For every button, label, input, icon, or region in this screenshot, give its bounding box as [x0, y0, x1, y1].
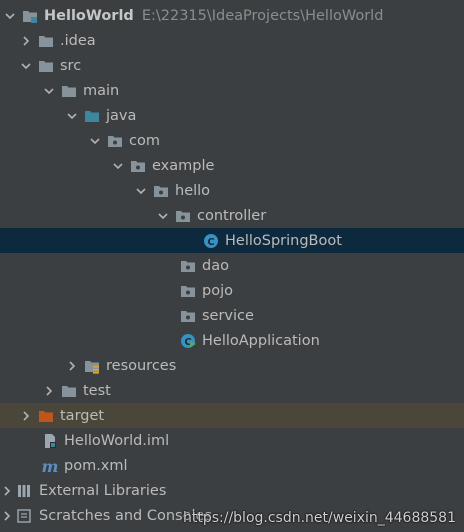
- spring-boot-class-icon: C: [180, 333, 196, 349]
- resources-folder-icon: [84, 358, 100, 374]
- tree-item-label: src: [60, 57, 82, 74]
- tree-item-label: hello: [175, 182, 211, 199]
- tree-item-label: External Libraries: [39, 482, 167, 499]
- package-icon: [130, 158, 146, 174]
- tree-item-target[interactable]: target: [0, 403, 464, 428]
- tree-item-label: pojo: [202, 282, 233, 299]
- tree-item-label: dao: [202, 257, 229, 274]
- tree-item-project-root[interactable]: HelloWorld E:\22315\IdeaProjects\HelloWo…: [0, 3, 464, 28]
- tree-item-java[interactable]: java: [0, 103, 464, 128]
- tree-item-label: HelloApplication: [202, 332, 320, 349]
- project-tree: HelloWorld E:\22315\IdeaProjects\HelloWo…: [0, 0, 464, 532]
- tree-item-label: main: [83, 82, 120, 99]
- tree-item-src[interactable]: src: [0, 53, 464, 78]
- tree-item-label: HelloWorld.iml: [64, 432, 170, 449]
- chevron-down-icon[interactable]: [20, 53, 32, 78]
- tree-item-hello[interactable]: hello: [0, 178, 464, 203]
- chevron-right-icon[interactable]: [20, 403, 32, 428]
- module-folder-icon: [22, 8, 38, 24]
- tree-item-label: service: [202, 307, 254, 324]
- tree-item-label: target: [60, 407, 105, 424]
- chevron-right-icon[interactable]: [43, 378, 55, 403]
- libraries-icon: [17, 483, 33, 499]
- package-icon: [153, 183, 169, 199]
- package-icon: [180, 258, 196, 274]
- tree-item-label: com: [129, 132, 160, 149]
- tree-item-resources[interactable]: resources: [0, 353, 464, 378]
- chevron-down-icon[interactable]: [89, 128, 101, 153]
- scratches-icon: [17, 508, 33, 524]
- tree-item-idea[interactable]: .idea: [0, 28, 464, 53]
- tree-item-dao[interactable]: dao: [0, 253, 464, 278]
- tree-item-iml[interactable]: HelloWorld.iml: [0, 428, 464, 453]
- chevron-down-icon[interactable]: [43, 78, 55, 103]
- tree-item-com[interactable]: com: [0, 128, 464, 153]
- excluded-folder-icon: [38, 408, 54, 424]
- project-name: HelloWorld: [44, 7, 134, 24]
- tree-item-label: example: [152, 157, 215, 174]
- tree-item-example[interactable]: example: [0, 153, 464, 178]
- chevron-down-icon[interactable]: [112, 153, 124, 178]
- chevron-right-icon[interactable]: [20, 28, 32, 53]
- svg-text:m: m: [42, 458, 58, 474]
- maven-file-icon: m: [42, 458, 58, 474]
- chevron-down-icon[interactable]: [66, 103, 78, 128]
- tree-item-label: java: [106, 107, 137, 124]
- tree-item-label: controller: [197, 207, 267, 224]
- tree-item-hello-application[interactable]: C HelloApplication: [0, 328, 464, 353]
- chevron-right-icon[interactable]: [1, 478, 13, 503]
- project-path: E:\22315\IdeaProjects\HelloWorld: [141, 7, 384, 24]
- chevron-down-icon[interactable]: [4, 3, 16, 28]
- folder-icon: [38, 58, 54, 74]
- tree-item-label: .idea: [60, 32, 96, 49]
- package-icon: [107, 133, 123, 149]
- folder-icon: [61, 83, 77, 99]
- package-icon: [180, 283, 196, 299]
- package-icon: [180, 308, 196, 324]
- chevron-down-icon[interactable]: [135, 178, 147, 203]
- tree-item-pojo[interactable]: pojo: [0, 278, 464, 303]
- tree-item-label: test: [83, 382, 111, 399]
- chevron-right-icon[interactable]: [66, 353, 78, 378]
- java-class-icon: C: [203, 233, 219, 249]
- tree-item-service[interactable]: service: [0, 303, 464, 328]
- package-icon: [175, 208, 191, 224]
- folder-icon: [61, 383, 77, 399]
- svg-text:C: C: [207, 237, 214, 248]
- chevron-right-icon[interactable]: [1, 503, 13, 528]
- chevron-down-icon[interactable]: [157, 203, 169, 228]
- tree-item-label: resources: [106, 357, 177, 374]
- tree-item-test[interactable]: test: [0, 378, 464, 403]
- tree-item-label: HelloSpringBoot: [225, 232, 342, 249]
- source-folder-icon: [84, 108, 100, 124]
- tree-item-label: pom.xml: [64, 457, 128, 474]
- tree-item-hello-spring-boot[interactable]: C HelloSpringBoot: [0, 228, 464, 253]
- tree-item-controller[interactable]: controller: [0, 203, 464, 228]
- tree-item-main[interactable]: main: [0, 78, 464, 103]
- folder-icon: [38, 33, 54, 49]
- tree-item-external-libraries[interactable]: External Libraries: [0, 478, 464, 503]
- iml-file-icon: [42, 433, 58, 449]
- tree-item-pom[interactable]: m pom.xml: [0, 453, 464, 478]
- watermark-text: https://blog.csdn.net/weixin_44688581: [182, 510, 456, 526]
